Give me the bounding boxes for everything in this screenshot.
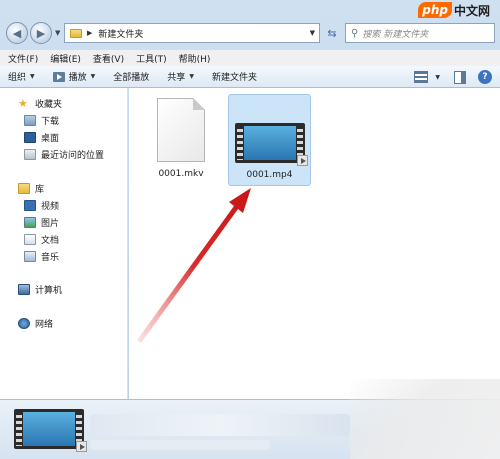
menu-file[interactable]: 文件(F) — [8, 52, 38, 65]
star-icon: ★ — [18, 97, 28, 110]
search-icon: ⚲ — [351, 27, 359, 39]
nav-documents-label: 文档 — [41, 236, 60, 246]
forward-button[interactable]: ▶ — [30, 22, 52, 44]
preview-pane-icon[interactable] — [454, 70, 466, 84]
nav-documents[interactable]: 文档 — [24, 233, 59, 246]
file-list-pane[interactable]: 0001.mkv 0001.mp4 — [129, 88, 500, 399]
nav-pictures[interactable]: 图片 — [24, 216, 59, 229]
computer-icon — [18, 284, 30, 295]
refresh-button[interactable]: ⇆ — [322, 23, 342, 43]
details-video-thumbnail-icon — [14, 409, 87, 452]
logo-php: php — [418, 2, 452, 18]
new-folder-button[interactable]: 新建文件夹 — [212, 70, 257, 83]
blurred-details-text — [90, 440, 270, 450]
address-path[interactable]: 新建文件夹 — [98, 27, 143, 40]
nav-music[interactable]: 音乐 — [24, 250, 59, 263]
nav-recent-places[interactable]: 最近访问的位置 — [24, 148, 104, 161]
help-icon[interactable]: ? — [478, 70, 492, 84]
menu-bar: 文件(F) 编辑(E) 查看(V) 工具(T) 帮助(H) — [0, 50, 500, 66]
documents-icon — [24, 234, 36, 245]
desktop-icon — [24, 132, 36, 143]
nav-computer-label: 计算机 — [35, 286, 63, 296]
forward-arrow-icon: ▶ — [36, 26, 46, 40]
recent-places-icon — [24, 149, 36, 160]
nav-music-label: 音乐 — [41, 253, 60, 263]
menu-view[interactable]: 查看(V) — [93, 52, 124, 65]
refresh-icon: ⇆ — [327, 26, 337, 40]
red-arrow-icon — [137, 188, 251, 343]
share-button[interactable]: 共享 ▼ — [167, 70, 194, 83]
folder-icon — [70, 28, 82, 38]
back-arrow-icon: ◀ — [12, 26, 22, 40]
search-input[interactable]: ⚲ 搜索 新建文件夹 — [345, 23, 495, 43]
menu-tools[interactable]: 工具(T) — [136, 52, 167, 65]
breadcrumb-arrow-icon[interactable]: ▶ — [87, 29, 92, 37]
nav-recent-label: 最近访问的位置 — [41, 151, 105, 161]
caret-down-icon: ▼ — [30, 73, 35, 80]
play-all-button[interactable]: 全部播放 — [113, 70, 149, 83]
nav-desktop[interactable]: 桌面 — [24, 131, 59, 144]
menu-edit[interactable]: 编辑(E) — [50, 52, 81, 65]
share-label: 共享 — [167, 73, 186, 83]
music-icon — [24, 251, 36, 262]
nav-downloads-label: 下载 — [41, 117, 60, 127]
new-folder-label: 新建文件夹 — [211, 73, 257, 83]
logo-cn: 中文网 — [453, 3, 490, 18]
network-icon — [18, 318, 30, 329]
play-overlay-icon — [76, 441, 87, 452]
navigation-pane: ★ 收藏夹 下载 桌面 最近访问的位置 库 视频 图片 文档 音乐 计算机 网络 — [0, 88, 128, 399]
nav-downloads[interactable]: 下载 — [24, 114, 59, 127]
nav-videos-label: 视频 — [41, 202, 60, 212]
search-placeholder: 搜索 新建文件夹 — [362, 29, 429, 40]
play-button[interactable]: 播放 ▼ — [52, 70, 96, 83]
site-logo: php 中文网 — [418, 0, 490, 20]
nav-network[interactable]: 网络 — [18, 317, 53, 330]
caret-down-icon: ▼ — [189, 73, 194, 80]
view-controls: ▼ ? — [414, 70, 492, 84]
nav-computer[interactable]: 计算机 — [18, 283, 62, 296]
nav-favorites[interactable]: ★ 收藏夹 — [18, 97, 62, 110]
nav-libraries[interactable]: 库 — [18, 182, 44, 195]
command-bar: 组织 ▼ 播放 ▼ 全部播放 共享 ▼ 新建文件夹 ▼ ? — [0, 66, 500, 88]
annotation-arrow — [137, 188, 251, 343]
nav-favorites-label: 收藏夹 — [35, 100, 63, 110]
address-bar[interactable]: ▶ 新建文件夹 ▼ — [64, 23, 320, 43]
nav-pictures-label: 图片 — [41, 219, 60, 229]
watermark-overlay — [350, 379, 500, 459]
menu-help[interactable]: 帮助(H) — [179, 52, 211, 65]
view-dropdown-icon[interactable]: ▼ — [435, 74, 440, 81]
nav-network-label: 网络 — [35, 320, 54, 330]
address-row: ◀ ▶ ▼ ▶ 新建文件夹 ▼ ⇆ ⚲ 搜索 新建文件夹 — [0, 20, 500, 48]
downloads-folder-icon — [24, 115, 36, 126]
caret-down-icon: ▼ — [90, 73, 96, 80]
organize-button[interactable]: 组织 ▼ — [8, 70, 35, 83]
libraries-icon — [18, 183, 30, 194]
address-dropdown-icon[interactable]: ▼ — [310, 29, 315, 37]
nav-libraries-label: 库 — [35, 185, 45, 195]
videos-icon — [24, 200, 36, 211]
blurred-details-text — [90, 414, 350, 436]
pictures-icon — [24, 217, 36, 228]
play-label: 播放 — [68, 73, 87, 83]
nav-desktop-label: 桌面 — [41, 134, 60, 144]
organize-label: 组织 — [8, 73, 27, 83]
explorer-window: php 中文网 ◀ ▶ ▼ ▶ 新建文件夹 ▼ ⇆ ⚲ 搜索 新建文件夹 文件(… — [0, 0, 500, 459]
history-dropdown-icon[interactable]: ▼ — [55, 29, 60, 37]
play-all-label: 全部播放 — [113, 73, 150, 83]
change-view-icon[interactable] — [414, 71, 429, 83]
play-icon — [52, 71, 65, 82]
back-button[interactable]: ◀ — [6, 22, 28, 44]
nav-videos[interactable]: 视频 — [24, 199, 59, 212]
